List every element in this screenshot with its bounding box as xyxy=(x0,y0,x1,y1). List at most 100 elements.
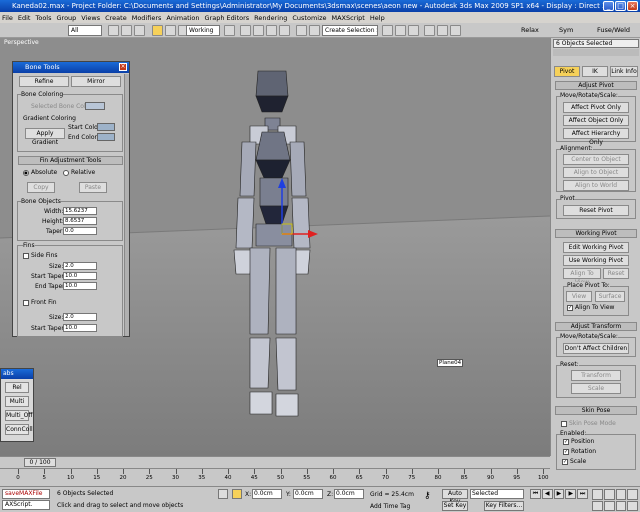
menu-item-views[interactable]: Views xyxy=(81,14,100,22)
script-button-conncoll[interactable]: ConnColl xyxy=(5,424,33,435)
render-setup-icon[interactable] xyxy=(424,25,435,36)
close-button[interactable]: × xyxy=(627,1,638,11)
listener-line-2[interactable]: AXScript. xyxy=(2,500,50,510)
center-to-object-button[interactable]: Center to Object xyxy=(563,154,629,165)
reset-pivot-button[interactable]: Reset Pivot xyxy=(563,205,629,216)
script-button-multi-off[interactable]: Multi_Off xyxy=(5,410,33,421)
orbit-icon[interactable] xyxy=(615,500,627,511)
menu-item-create[interactable]: Create xyxy=(105,14,127,22)
front-size-spinner[interactable]: 2.0 xyxy=(63,313,97,321)
selection-set-dropdown[interactable]: Create Selection Set xyxy=(322,25,378,36)
bone-tools-scrollbar[interactable] xyxy=(124,74,129,336)
dont-affect-children-button[interactable]: Don't Affect Children xyxy=(563,343,629,354)
select-and-move-icon[interactable] xyxy=(152,25,163,36)
pivot-center-icon[interactable] xyxy=(224,25,235,36)
align-to-object-button[interactable]: Align to Object xyxy=(563,167,629,178)
time-slider-thumb[interactable]: 0 / 100 xyxy=(24,458,56,467)
percent-snap-icon[interactable] xyxy=(266,25,277,36)
rotation-checkbox[interactable]: ✓ Rotation xyxy=(563,448,596,455)
listener-line-1[interactable]: saveMAXFile xyxy=(2,489,50,499)
side-end-taper-spinner[interactable]: 10.0 xyxy=(63,282,97,290)
field-of-view-icon[interactable] xyxy=(592,500,603,511)
maximize-viewport-icon[interactable] xyxy=(627,500,638,511)
select-and-rotate-icon[interactable] xyxy=(165,25,176,36)
menu-item-maxscript[interactable]: MAXScript xyxy=(332,14,365,22)
menu-item-rendering[interactable]: Rendering xyxy=(254,14,287,22)
working-pivot-rollout[interactable]: Working Pivot xyxy=(555,229,637,238)
align-icon[interactable] xyxy=(309,25,320,36)
reset-working-pivot-button[interactable]: Reset xyxy=(603,268,629,279)
affect-pivot-only-button[interactable]: Affect Pivot Only xyxy=(563,102,629,113)
select-by-name-icon[interactable] xyxy=(121,25,132,36)
key-icon[interactable]: ⚷ xyxy=(424,491,431,501)
tab-link-info[interactable]: Link Info xyxy=(610,66,638,77)
lock-selection-icon[interactable] xyxy=(218,489,228,499)
material-editor-icon[interactable] xyxy=(408,25,419,36)
side-start-taper-spinner[interactable]: 10.0 xyxy=(63,272,97,280)
viewport-label[interactable]: Perspective xyxy=(4,39,39,46)
taper-spinner[interactable]: 0.0 xyxy=(63,227,97,235)
mirror-button[interactable]: Mirror xyxy=(71,76,121,87)
auto-key-button[interactable]: Auto Key xyxy=(442,489,468,505)
script-button-rel[interactable]: Rel xyxy=(5,382,29,393)
angle-snap-icon[interactable] xyxy=(253,25,264,36)
select-object-icon[interactable] xyxy=(108,25,119,36)
selected-bone-color-swatch[interactable] xyxy=(85,102,105,110)
mirror-icon[interactable] xyxy=(296,25,307,36)
apply-gradient-button[interactable]: Apply Gradient xyxy=(25,128,65,146)
z-coordinate-field[interactable]: 0.0cm xyxy=(334,489,364,499)
affect-hierarchy-only-button[interactable]: Affect Hierarchy Only xyxy=(563,128,629,146)
go-to-end-icon[interactable]: ⏭ xyxy=(577,489,588,499)
adjust-transform-rollout[interactable]: Adjust Transform xyxy=(555,322,637,331)
bone-tools-title-bar[interactable]: Bone Tools × xyxy=(13,62,129,73)
selection-name-field[interactable]: 6 Objects Selected xyxy=(553,39,639,48)
menu-item-customize[interactable]: Customize xyxy=(292,14,326,22)
zoom-extents-all-icon[interactable] xyxy=(627,489,638,500)
relative-radio[interactable]: Relative xyxy=(63,169,95,176)
tab-pivot[interactable]: Pivot xyxy=(554,66,580,77)
copy-button[interactable]: Copy xyxy=(27,182,55,193)
use-working-pivot-button[interactable]: Use Working Pivot xyxy=(563,255,629,266)
menu-item-graph-editors[interactable]: Graph Editors xyxy=(205,14,250,22)
y-coordinate-field[interactable]: 0.0cm xyxy=(293,489,323,499)
next-frame-icon[interactable]: ▶ xyxy=(565,489,577,499)
snap-toggle-icon[interactable] xyxy=(240,25,251,36)
go-to-start-icon[interactable]: ⏮ xyxy=(530,489,541,499)
previous-frame-icon[interactable]: ◀ xyxy=(541,489,553,499)
paste-button[interactable]: Paste xyxy=(79,182,107,193)
menu-item-modifiers[interactable]: Modifiers xyxy=(132,14,162,22)
view-button[interactable]: View xyxy=(566,291,592,302)
absolute-radio[interactable]: ● Absolute xyxy=(23,169,57,176)
key-mode-dropdown[interactable]: Selected xyxy=(470,489,524,499)
set-key-button[interactable]: Set Key xyxy=(442,501,468,511)
width-spinner[interactable]: 15.6237 xyxy=(63,207,97,215)
menu-item-edit[interactable]: Edit xyxy=(18,14,31,22)
affect-object-only-button[interactable]: Affect Object Only xyxy=(563,115,629,126)
menu-item-animation[interactable]: Animation xyxy=(166,14,199,22)
side-size-spinner[interactable]: 2.0 xyxy=(63,262,97,270)
start-color-swatch[interactable] xyxy=(97,123,115,131)
side-fins-checkbox[interactable]: Side Fins xyxy=(23,252,58,259)
transform-button[interactable]: Transform xyxy=(571,370,621,381)
key-filters-button[interactable]: Key Filters... xyxy=(484,501,524,511)
absolute-mode-icon[interactable] xyxy=(232,489,242,499)
scale-checkbox[interactable]: ✓ Scale xyxy=(562,458,586,465)
menu-item-help[interactable]: Help xyxy=(370,14,385,22)
menu-item-group[interactable]: Group xyxy=(57,14,77,22)
minimize-button[interactable]: _ xyxy=(603,1,614,11)
tab-ik[interactable]: IK xyxy=(582,66,608,77)
zoom-icon[interactable] xyxy=(592,489,603,500)
position-checkbox[interactable]: ✓ Position xyxy=(563,438,594,445)
spinner-snap-icon[interactable] xyxy=(279,25,290,36)
close-icon[interactable]: × xyxy=(119,63,127,71)
sym-tool[interactable]: Sym xyxy=(559,26,573,34)
menu-item-tools[interactable]: Tools xyxy=(35,14,51,22)
rectangle-region-icon[interactable] xyxy=(134,25,145,36)
play-icon[interactable]: ▶ xyxy=(553,489,565,499)
relax-tool[interactable]: Relax xyxy=(521,26,539,34)
refine-button[interactable]: Refine xyxy=(19,76,69,87)
align-to-world-button[interactable]: Align to World xyxy=(563,180,629,191)
zoom-all-icon[interactable] xyxy=(603,489,615,500)
end-color-swatch[interactable] xyxy=(97,133,115,141)
height-spinner[interactable]: 8.6537 xyxy=(63,217,97,225)
